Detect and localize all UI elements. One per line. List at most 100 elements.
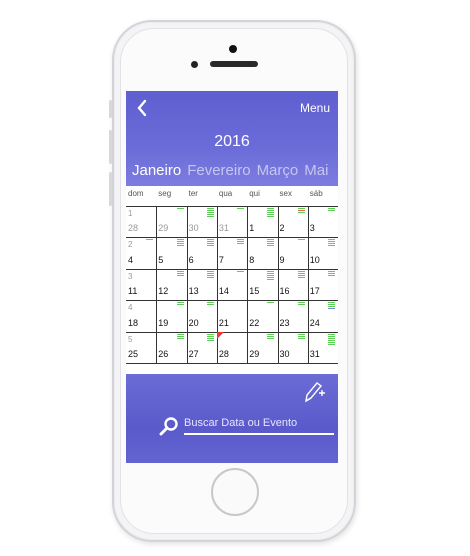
event-indicator — [237, 208, 245, 210]
day-cell[interactable]: 4 18 — [126, 300, 156, 331]
day-cell[interactable]: 5 25 — [126, 332, 156, 363]
week-number: 4 — [128, 303, 133, 313]
day-number: 26 — [158, 348, 169, 359]
day-cell[interactable]: 9 — [278, 237, 308, 268]
search-input[interactable]: Buscar Data ou Evento — [184, 417, 334, 435]
day-cell[interactable]: 21 — [217, 300, 247, 331]
back-button[interactable] — [136, 99, 148, 121]
day-number: 15 — [249, 286, 260, 297]
day-cell[interactable]: 30 — [278, 332, 308, 363]
weekday-label: seg — [158, 189, 172, 198]
week-number: 1 — [128, 209, 133, 218]
weekday-label: ter — [188, 189, 198, 198]
day-cell[interactable]: 10 — [308, 237, 338, 268]
event-indicator — [146, 239, 154, 241]
day-cell[interactable]: 24 — [126, 237, 156, 268]
day-number: 11 — [128, 286, 138, 297]
front-camera — [229, 45, 237, 53]
today-marker — [216, 331, 224, 339]
day-cell[interactable]: 31 — [217, 206, 247, 237]
weekday-header: dom seg ter qua qui sex sáb — [126, 189, 338, 201]
day-number: 7 — [218, 254, 224, 265]
chevron-left-icon — [137, 99, 147, 117]
event-indicator — [328, 208, 336, 212]
event-indicator — [267, 333, 275, 340]
day-number: 9 — [279, 254, 285, 265]
day-cell[interactable]: 14 — [217, 269, 247, 300]
day-cell[interactable]: 3 — [308, 206, 338, 237]
day-cell[interactable]: 29 — [247, 332, 277, 363]
day-number: 31 — [218, 223, 229, 234]
day-number: 21 — [218, 317, 229, 328]
pencil-plus-icon[interactable] — [302, 380, 328, 404]
day-number: 1 — [249, 223, 255, 234]
weekday-label: sáb — [309, 189, 323, 198]
day-cell[interactable]: 1 — [247, 206, 277, 237]
day-number: 8 — [249, 254, 255, 265]
app-screen: Menu 2016 Janeiro Fevereiro Março Mai dom se… — [126, 91, 338, 463]
day-cell[interactable]: 1 28 — [126, 206, 156, 237]
day-cell[interactable]: 7 — [217, 237, 247, 268]
menu-button[interactable]: Menu — [300, 101, 330, 115]
search-icon[interactable] — [159, 416, 179, 436]
weekday-label: qui — [249, 189, 260, 198]
day-cell[interactable]: 26 — [156, 332, 186, 363]
year-label: 2016 — [214, 133, 250, 150]
day-number: 12 — [158, 286, 169, 297]
day-cell[interactable]: 23 — [278, 300, 308, 331]
event-indicator — [297, 208, 305, 214]
day-cell[interactable]: 27 — [187, 332, 217, 363]
event-indicator — [206, 239, 214, 247]
phone-mute-switch — [109, 100, 112, 118]
day-number: 5 — [158, 254, 164, 265]
event-indicator — [176, 239, 184, 247]
search-panel: Buscar Data ou Evento — [126, 374, 338, 463]
day-cell[interactable]: 15 — [247, 269, 277, 300]
event-indicator — [297, 270, 305, 279]
week-number: 3 — [128, 271, 133, 281]
day-number: 29 — [249, 348, 260, 359]
day-cell[interactable]: 30 — [187, 206, 217, 237]
day-cell[interactable]: 16 — [278, 269, 308, 300]
home-button[interactable] — [211, 468, 259, 516]
day-number: 4 — [128, 254, 134, 265]
day-cell[interactable]: 3 11 — [126, 269, 156, 300]
day-cell[interactable]: 19 — [156, 300, 186, 331]
day-cell[interactable]: 31 — [308, 332, 338, 363]
day-cell[interactable]: 29 — [156, 206, 186, 237]
day-number: 30 — [279, 348, 290, 359]
month-tab[interactable]: Mai — [304, 162, 328, 179]
month-grid: dom seg ter qua qui sex sáb 1 28 29 30 31 1 2 3 2 4 5 6 7 8… — [126, 186, 338, 366]
week-number: 5 — [128, 334, 133, 344]
day-cell[interactable]: 6 — [187, 237, 217, 268]
event-indicator — [176, 270, 184, 277]
day-number: 19 — [158, 317, 169, 328]
event-indicator — [267, 302, 275, 304]
event-indicator — [267, 208, 275, 218]
day-cell[interactable]: 22 — [247, 300, 277, 331]
month-tab[interactable]: Janeiro — [132, 162, 181, 179]
event-indicator — [176, 333, 184, 340]
week-number: 2 — [128, 240, 133, 250]
day-cell[interactable]: 12 — [156, 269, 186, 300]
day-cell[interactable]: 5 — [156, 237, 186, 268]
weekday-label: sex — [279, 189, 292, 198]
day-cell[interactable]: 20 — [187, 300, 217, 331]
day-cell[interactable]: 28 — [216, 331, 247, 363]
event-indicator — [206, 333, 214, 342]
month-selector[interactable]: Janeiro Fevereiro Março Mai — [132, 162, 334, 179]
day-number: 13 — [188, 286, 199, 297]
day-number: 30 — [188, 223, 199, 234]
month-tab[interactable]: Março — [257, 162, 299, 179]
event-indicator — [328, 239, 336, 247]
day-cell[interactable]: 8 — [247, 237, 277, 268]
event-indicator — [237, 270, 245, 273]
day-number: 2 — [279, 223, 285, 234]
day-cell[interactable]: 13 — [187, 269, 217, 300]
day-number: 3 — [309, 223, 315, 234]
day-cell[interactable]: 2 — [278, 206, 308, 237]
month-tab[interactable]: Fevereiro — [187, 162, 250, 179]
day-number: 16 — [279, 286, 290, 297]
day-cell[interactable]: 17 — [308, 269, 338, 300]
day-cell[interactable]: 24 — [308, 300, 338, 331]
